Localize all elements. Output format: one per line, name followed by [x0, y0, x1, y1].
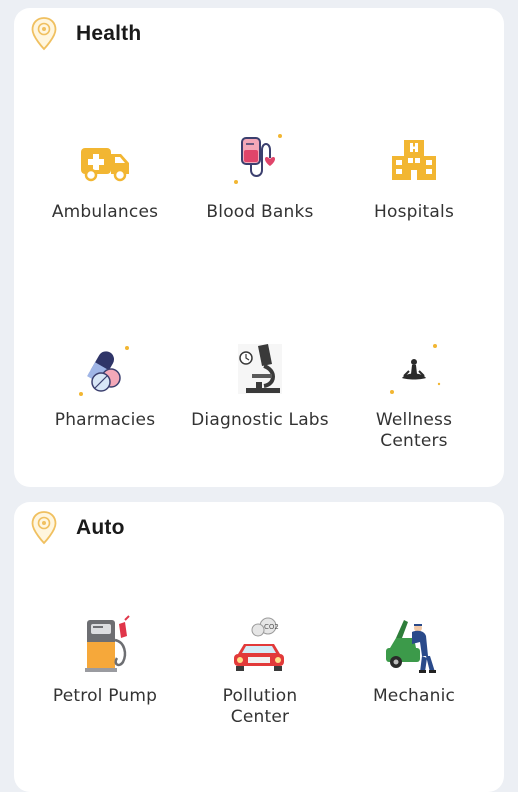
svg-text:CO2: CO2 [264, 623, 279, 631]
ambulance-icon [81, 148, 129, 182]
tile-label: Hospitals [373, 202, 455, 222]
category-tile-hospitals[interactable]: Hospitals [339, 130, 489, 223]
tile-label: Diagnostic Labs [191, 410, 329, 430]
tile-label: Blood Banks [206, 202, 314, 222]
auto-section-card: Auto Petrol Pump CO2 Pollution Center Me… [14, 502, 504, 792]
category-tile-petrol-pump[interactable]: Petrol Pump [30, 614, 180, 707]
mechanic-icon [386, 620, 436, 673]
car-emission-icon: CO2 [234, 617, 284, 671]
category-tile-wellness-centers[interactable]: Wellness Centers [339, 338, 489, 452]
category-tile-mechanic[interactable]: Mechanic [339, 614, 489, 707]
health-section-card: Health Ambulances Blood Banks Hospitals … [14, 8, 504, 487]
tile-label: Pollution Center [222, 686, 298, 727]
category-tile-diagnostic-labs[interactable]: Diagnostic Labs [185, 338, 335, 431]
health-section-header: Health [30, 15, 141, 53]
pills-icon [79, 346, 129, 396]
hospital-icon [392, 140, 436, 180]
tile-label: Wellness Centers [375, 410, 453, 451]
tile-label: Ambulances [51, 202, 159, 222]
blood-bag-icon [234, 134, 282, 184]
section-title: Auto [76, 516, 125, 539]
category-tile-pharmacies[interactable]: Pharmacies [30, 338, 180, 431]
category-tile-pollution-center[interactable]: CO2 Pollution Center [185, 614, 335, 728]
tile-label: Petrol Pump [52, 686, 158, 706]
fuel-pump-icon [85, 615, 130, 672]
tile-label: Pharmacies [54, 410, 156, 430]
category-tile-ambulances[interactable]: Ambulances [30, 130, 180, 223]
section-title: Health [76, 22, 142, 45]
microscope-icon [238, 344, 282, 394]
auto-section-header: Auto [30, 509, 125, 547]
meditation-icon [390, 344, 441, 394]
tile-label: Mechanic [372, 686, 456, 706]
location-pin-icon [30, 16, 58, 52]
category-tile-blood-banks[interactable]: Blood Banks [185, 130, 335, 223]
location-pin-icon [30, 510, 58, 546]
